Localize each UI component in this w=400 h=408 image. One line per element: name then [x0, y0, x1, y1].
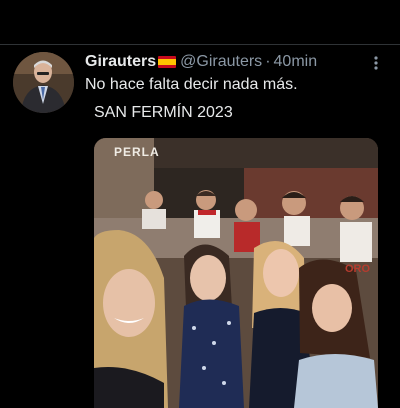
avatar[interactable] — [13, 52, 74, 113]
tweet[interactable]: Girauters @Girauters · 40min No hace fal… — [0, 45, 400, 408]
display-name[interactable]: Girauters — [85, 53, 156, 71]
group-photo — [94, 138, 378, 408]
more-vertical-icon — [374, 56, 378, 70]
timestamp[interactable]: 40min — [274, 53, 318, 71]
more-options-button[interactable] — [366, 53, 386, 73]
user-handle[interactable]: @Girauters — [180, 53, 262, 71]
photo-sign-text: PERLA — [114, 145, 160, 159]
separator-dot: · — [265, 53, 271, 70]
photo-shirt-text: ORO — [345, 263, 371, 275]
tweet-text-line2: SAN FERMÍN 2023 — [94, 104, 233, 121]
tweet-text: No hace falta decir nada más. — [85, 76, 298, 93]
top-area — [0, 0, 400, 44]
avatar-image — [13, 52, 74, 113]
tweet-photo[interactable]: PERLA ORO — [94, 138, 378, 408]
tweet-header: Girauters @Girauters · 40min — [85, 52, 317, 72]
spain-flag-icon — [158, 56, 177, 68]
